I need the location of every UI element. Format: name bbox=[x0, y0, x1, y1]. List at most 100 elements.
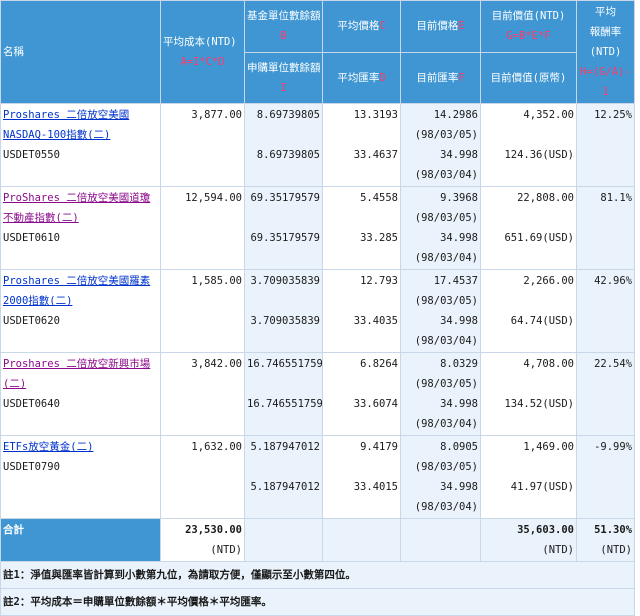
fund-units: 8.69739805 bbox=[256, 109, 320, 121]
fund-return: 81.1% bbox=[576, 186, 635, 270]
fund-name-link[interactable]: ETFs放空黃金(二) bbox=[3, 441, 93, 453]
total-label: 合計 bbox=[0, 518, 161, 562]
fund-curr-price: 8.0905 bbox=[440, 441, 478, 453]
fund-curr-price-cell: 17.4537 (98/03/05) 34.998 (98/03/04) bbox=[400, 269, 481, 353]
total-return-value: 51.30% bbox=[594, 524, 632, 536]
fund-name-link[interactable]: Proshares 二倍放空美國羅素2000指數(二) bbox=[3, 275, 150, 307]
total-curr-value-unit: (NTD) bbox=[542, 544, 574, 556]
fund-units: 3.709035839 bbox=[250, 275, 320, 287]
col-header-units: 基金單位數餘額 B bbox=[244, 0, 323, 53]
fund-subscribe-units: 5.187947012 bbox=[250, 481, 320, 493]
fund-curr-price-cell: 8.0329 (98/03/05) 34.998 (98/03/04) bbox=[400, 352, 481, 436]
fund-avg-price: 13.3193 bbox=[353, 109, 398, 121]
fund-curr-fx: 34.998 bbox=[440, 398, 478, 410]
fund-code: USDET0790 bbox=[3, 461, 60, 473]
fund-avg-price: 9.4179 bbox=[360, 441, 398, 453]
fund-row: Proshares 二倍放空新興市場(二) USDET0640 3,842.00 16… bbox=[0, 352, 635, 436]
fund-subscribe-units: 69.35179579 bbox=[250, 232, 320, 244]
fund-name-link[interactable]: Proshares 二倍放空美國NASDAQ-100指數(二) bbox=[3, 109, 129, 141]
header-avg-cost-label: 平均成本(NTD) bbox=[163, 36, 237, 48]
header-avg-price-label: 平均價格 bbox=[337, 20, 380, 33]
fund-avg-price-cell: 12.793 33.4035 bbox=[322, 269, 401, 353]
header-return-line2: 報酬率 bbox=[589, 26, 622, 38]
fund-curr-value: 4,708.00 bbox=[523, 358, 574, 370]
fund-curr-fx: 34.998 bbox=[440, 315, 478, 327]
col-header-avg-price: 平均價格C bbox=[322, 0, 401, 53]
fund-subscribe-units: 3.709035839 bbox=[250, 315, 320, 327]
header-return-line1: 平均 bbox=[595, 6, 616, 18]
total-avg-cost-unit: (NTD) bbox=[210, 544, 242, 556]
header-return-formula-1: H=(G/A)- bbox=[580, 66, 631, 78]
header-units-key: B bbox=[280, 30, 287, 43]
header-curr-price-label: 目前價格 bbox=[416, 20, 459, 33]
fund-avg-price: 6.8264 bbox=[360, 358, 398, 370]
note-2: 註2：平均成本＝申購單位數餘額＊平均價格＊平均匯率。 bbox=[0, 588, 635, 616]
fund-curr-price-cell: 9.3968 (98/03/05) 34.998 (98/03/04) bbox=[400, 186, 481, 270]
fund-row: Proshares 二倍放空美國NASDAQ-100指數(二) USDET0550… bbox=[0, 103, 635, 187]
fund-avg-price-cell: 9.4179 33.4015 bbox=[322, 435, 401, 519]
fund-fx-date: (98/03/04) bbox=[414, 335, 478, 347]
header-curr-value-label: 目前價值(NTD) bbox=[491, 10, 566, 23]
fund-avg-fx: 33.4015 bbox=[353, 481, 398, 493]
header-subscribe-units-key: I bbox=[280, 81, 287, 94]
fund-avg-price-cell: 5.4558 33.285 bbox=[322, 186, 401, 270]
fund-name-cell: ProShares 二倍放空美國道瓊不動產指數(二) USDET0610 bbox=[0, 186, 161, 270]
header-row-1: 名稱 平均成本(NTD) A=I*C*D 基金單位數餘額 B 平均價格C 目前價… bbox=[0, 0, 635, 104]
header-curr-fx-key: F bbox=[458, 71, 465, 84]
col-header-curr-fx: 目前匯率F bbox=[400, 51, 481, 104]
fund-name-cell: Proshares 二倍放空新興市場(二) USDET0640 bbox=[0, 352, 161, 436]
fund-code: USDET0640 bbox=[3, 398, 60, 410]
fund-name-cell: Proshares 二倍放空美國NASDAQ-100指數(二) USDET0550 bbox=[0, 103, 161, 187]
fund-avg-fx: 33.4637 bbox=[353, 149, 398, 161]
header-avg-price-key: C bbox=[379, 20, 386, 33]
fund-price-date: (98/03/05) bbox=[414, 378, 478, 390]
fund-curr-price-cell: 8.0905 (98/03/05) 34.998 (98/03/04) bbox=[400, 435, 481, 519]
fund-price-date: (98/03/05) bbox=[414, 295, 478, 307]
fund-units: 5.187947012 bbox=[250, 441, 320, 453]
header-return-line3: (NTD) bbox=[589, 46, 622, 58]
total-empty-1 bbox=[244, 518, 323, 562]
fund-avg-fx: 33.4035 bbox=[353, 315, 398, 327]
total-row: 合計 23,530.00 (NTD) 35,603.00 (NTD) 51.30… bbox=[0, 518, 635, 562]
fund-return: 22.54% bbox=[576, 352, 635, 436]
total-avg-cost-value: 23,530.00 bbox=[185, 524, 242, 536]
col-header-avg-cost: 平均成本(NTD) A=I*C*D bbox=[160, 0, 245, 104]
fund-subscribe-units: 8.69739805 bbox=[256, 149, 320, 161]
fund-code: USDET0610 bbox=[3, 232, 60, 244]
fund-name-link[interactable]: Proshares 二倍放空新興市場(二) bbox=[3, 358, 150, 390]
fund-name-link[interactable]: ProShares 二倍放空美國道瓊不動產指數(二) bbox=[3, 192, 150, 224]
note-row-2: 註2：平均成本＝申購單位數餘額＊平均價格＊平均匯率。 bbox=[0, 588, 635, 616]
fund-price-date: (98/03/05) bbox=[414, 461, 478, 473]
fund-fx-date: (98/03/04) bbox=[414, 169, 478, 181]
fund-units: 16.746551759 bbox=[247, 358, 323, 370]
fund-avg-price-cell: 13.3193 33.4637 bbox=[322, 103, 401, 187]
fund-avg-cost: 3,877.00 bbox=[160, 103, 245, 187]
fund-row: ETFs放空黃金(二) USDET0790 1,632.00 5.187947012 5… bbox=[0, 435, 635, 519]
total-avg-cost: 23,530.00 (NTD) bbox=[160, 518, 245, 562]
fund-curr-value-cell: 4,352.00 124.36(USD) bbox=[480, 103, 577, 187]
fund-fx-date: (98/03/04) bbox=[414, 418, 478, 430]
header-name-label: 名稱 bbox=[3, 46, 24, 58]
fund-code: USDET0620 bbox=[3, 315, 60, 327]
fund-return: 12.25% bbox=[576, 103, 635, 187]
fund-fx-date: (98/03/04) bbox=[414, 252, 478, 264]
fund-avg-price-cell: 6.8264 33.6074 bbox=[322, 352, 401, 436]
fund-curr-value-cell: 4,708.00 134.52(USD) bbox=[480, 352, 577, 436]
note-row-1: 註1：淨值與匯率皆計算到小數第九位，為請取方便，僅顯示至小數第四位。 bbox=[0, 561, 635, 589]
fund-curr-value: 22,808.00 bbox=[517, 192, 574, 204]
total-return: 51.30% (NTD) bbox=[576, 518, 635, 562]
header-avg-fx-label: 平均匯率 bbox=[337, 71, 380, 84]
fund-return: 42.96% bbox=[576, 269, 635, 353]
header-curr-price-key: E bbox=[458, 20, 465, 33]
header-subscribe-units-label: 申購單位數餘額 bbox=[247, 61, 321, 74]
fund-avg-fx: 33.285 bbox=[360, 232, 398, 244]
fund-holdings-table: 名稱 平均成本(NTD) A=I*C*D 基金單位數餘額 B 平均價格C 目前價… bbox=[0, 0, 635, 616]
fund-units-cell: 16.746551759 16.746551759 bbox=[244, 352, 323, 436]
fund-avg-cost: 3,842.00 bbox=[160, 352, 245, 436]
total-curr-value: 35,603.00 (NTD) bbox=[480, 518, 577, 562]
fund-price-date: (98/03/05) bbox=[414, 129, 478, 141]
fund-curr-value-cell: 1,469.00 41.97(USD) bbox=[480, 435, 577, 519]
fund-avg-price: 12.793 bbox=[360, 275, 398, 287]
fund-avg-cost: 12,594.00 bbox=[160, 186, 245, 270]
fund-units-cell: 69.35179579 69.35179579 bbox=[244, 186, 323, 270]
